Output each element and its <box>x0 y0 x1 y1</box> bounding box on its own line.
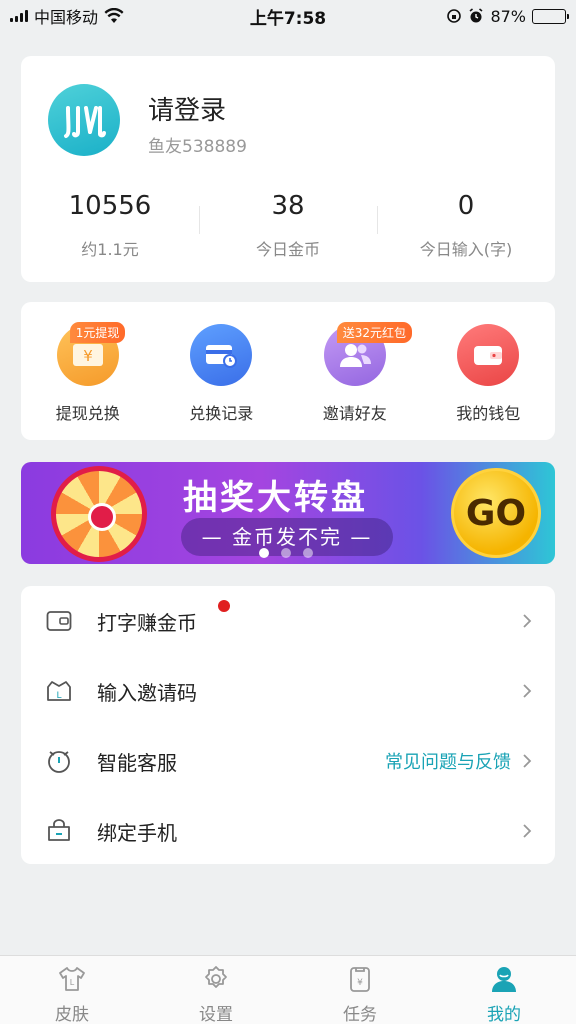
menu-label: 绑定手机 <box>97 820 177 845</box>
octopus-logo-icon <box>64 106 106 138</box>
tab-settings[interactable]: 设置 <box>144 956 288 1024</box>
svg-text:L: L <box>56 691 61 701</box>
profile-card: 请登录 鱼友538889 10556 约1.1元 38 今日金币 0 今日输入(… <box>21 56 555 282</box>
bag-icon <box>45 817 73 845</box>
carousel-dots <box>259 548 313 558</box>
lock-rotation-icon <box>447 9 462 23</box>
stat-coins[interactable]: 10556 约1.1元 <box>21 188 199 260</box>
stat-label: 约1.1元 <box>81 240 139 259</box>
battery-icon <box>532 8 569 24</box>
tab-label: 设置 <box>199 1005 233 1024</box>
stat-today-input[interactable]: 0 今日输入(字) <box>377 188 555 260</box>
promo-tag: 1元提现 <box>69 322 126 343</box>
chevron-right-icon <box>523 824 532 838</box>
menu-label: 打字赚金币 <box>97 610 197 635</box>
faq-link[interactable]: 常见问题与反馈 <box>385 748 511 774</box>
wallet-outline-icon <box>45 607 73 635</box>
shirt-icon: L <box>59 967 85 991</box>
chevron-right-icon <box>523 614 532 628</box>
stat-value: 38 <box>271 191 305 221</box>
wifi-icon <box>104 8 124 23</box>
tab-tasks[interactable]: ¥ 任务 <box>288 956 432 1024</box>
alarm-icon <box>469 8 483 23</box>
tab-label: 我的 <box>487 1005 521 1024</box>
promo-tag: 送32元红包 <box>336 322 413 343</box>
stat-label: 今日输入(字) <box>419 240 513 259</box>
tab-skin[interactable]: L 皮肤 <box>0 956 144 1024</box>
notification-dot <box>218 600 230 612</box>
gear-icon <box>205 966 227 988</box>
carousel-dot[interactable] <box>281 548 291 558</box>
svg-text:¥: ¥ <box>83 347 93 365</box>
user-id: 鱼友538889 <box>148 137 247 157</box>
clock: 上午7:58 <box>249 8 327 29</box>
svg-text:¥: ¥ <box>357 978 363 988</box>
menu-item-customer-service[interactable]: 智能客服 常见问题与反馈 <box>21 726 555 796</box>
login-prompt[interactable]: 请登录 <box>148 90 226 127</box>
carousel-dot[interactable] <box>303 548 313 558</box>
action-label: 邀请好友 <box>322 404 387 423</box>
menu-item-typing-earn[interactable]: 打字赚金币 <box>21 586 555 656</box>
basket-icon: L <box>45 677 73 705</box>
person-icon <box>492 967 516 992</box>
wallet-icon <box>457 324 520 386</box>
banner-title: 抽奖大转盘 <box>183 478 368 518</box>
clock-icon <box>45 747 73 775</box>
tab-label: 任务 <box>343 1005 377 1024</box>
signal-icon <box>10 10 28 22</box>
status-bar: 中国移动 上午7:58 87% <box>0 0 576 32</box>
quick-actions: ¥ 提现兑换 1元提现 兑换记录 邀请好友 送32元红包 我的钱包 <box>21 302 555 440</box>
go-button[interactable]: GO <box>451 468 541 558</box>
action-records[interactable]: 兑换记录 <box>155 302 289 440</box>
menu-item-invite-code[interactable]: L 输入邀请码 <box>21 656 555 726</box>
battery-percent: 87% <box>490 6 526 26</box>
tab-label: 皮肤 <box>55 1005 89 1024</box>
action-wallet[interactable]: 我的钱包 <box>422 302 556 440</box>
chevron-right-icon <box>523 684 532 698</box>
tab-mine[interactable]: 我的 <box>432 956 576 1024</box>
task-icon: ¥ <box>350 967 370 992</box>
stat-today-coins[interactable]: 38 今日金币 <box>199 188 377 260</box>
prize-wheel-icon <box>51 466 147 562</box>
stat-label: 今日金币 <box>255 240 320 259</box>
action-label: 我的钱包 <box>456 404 521 423</box>
carrier-label: 中国移动 <box>34 8 99 27</box>
svg-text:L: L <box>70 978 75 987</box>
action-label: 提现兑换 <box>55 404 120 423</box>
menu-label: 输入邀请码 <box>97 680 197 705</box>
carousel-dot[interactable] <box>259 548 269 558</box>
chevron-right-icon <box>523 754 532 768</box>
tab-bar: L 皮肤 设置 ¥ 任务 我的 <box>0 955 576 1024</box>
avatar[interactable] <box>48 84 120 156</box>
action-withdraw[interactable]: ¥ 提现兑换 1元提现 <box>21 302 155 440</box>
card-clock-icon <box>190 324 253 386</box>
action-label: 兑换记录 <box>189 404 254 423</box>
stat-value: 10556 <box>68 191 152 221</box>
stat-value: 0 <box>457 191 475 221</box>
menu-list: 打字赚金币 L 输入邀请码 智能客服 常见问题与反馈 绑定手机 <box>21 586 555 864</box>
lottery-banner[interactable]: 抽奖大转盘 — 金币发不完 — GO <box>21 462 555 564</box>
menu-label: 智能客服 <box>97 750 177 775</box>
stats-row: 10556 约1.1元 38 今日金币 0 今日输入(字) <box>21 188 555 260</box>
menu-item-bind-phone[interactable]: 绑定手机 <box>21 796 555 866</box>
action-invite[interactable]: 邀请好友 送32元红包 <box>288 302 422 440</box>
